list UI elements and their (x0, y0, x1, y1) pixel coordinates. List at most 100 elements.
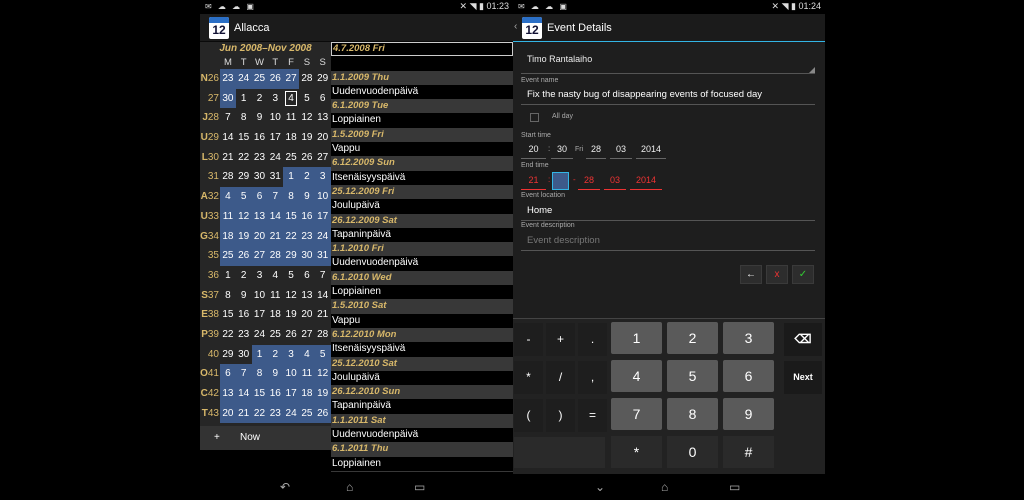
calendar-day[interactable]: 28 (267, 246, 284, 266)
calendar-day[interactable]: 27 (315, 148, 331, 168)
calendar-day[interactable]: 3 (267, 89, 283, 109)
event-title[interactable]: Joulupäivä (331, 199, 513, 214)
event-title[interactable]: Loppiainen (331, 285, 513, 300)
event-date-header[interactable]: 6.12.2009 Sun (331, 156, 513, 171)
event-title[interactable]: Tapaninpäivä (331, 227, 513, 243)
event-title[interactable]: Uudenvuodenpäivä (331, 256, 513, 271)
calendar-day[interactable]: 14 (220, 128, 236, 148)
calendar-day[interactable]: 24 (267, 148, 283, 168)
start-year-field[interactable]: 2014 (636, 141, 666, 159)
calendar-day[interactable]: 22 (220, 325, 236, 345)
calendar-day[interactable]: 8 (251, 364, 268, 384)
calendar-day[interactable]: 18 (298, 384, 315, 404)
start-minute-field[interactable]: 30 (551, 141, 573, 159)
calendar-day[interactable]: 17 (267, 128, 283, 148)
calendar-day[interactable]: 6 (220, 364, 236, 384)
symbol-key[interactable]: , (578, 361, 607, 394)
calendar-day[interactable]: 20 (220, 403, 236, 424)
event-date-header[interactable]: 4.7.2008 Fri (331, 42, 513, 57)
digit-key[interactable]: 7 (611, 398, 662, 430)
calendar-day[interactable]: 12 (235, 206, 252, 227)
calendar-day[interactable]: 11 (283, 108, 299, 128)
calendar-day[interactable]: 23 (252, 148, 268, 168)
location-field[interactable]: Home (521, 201, 815, 221)
symbol-key[interactable]: + (546, 323, 575, 356)
event-title[interactable]: Uudenvuodenpäivä (331, 428, 513, 443)
symbol-key[interactable]: * (514, 361, 543, 394)
end-hour-field[interactable]: 21 (521, 172, 546, 190)
calendar-day[interactable]: 17 (252, 305, 268, 325)
event-date-header[interactable]: 6.1.2009 Tue (331, 99, 513, 114)
calendar-day[interactable]: 9 (236, 286, 252, 306)
calendar-day[interactable]: 23 (267, 403, 284, 424)
calendar-day[interactable]: 2 (267, 344, 284, 365)
calendar-day[interactable]: 13 (220, 384, 236, 404)
calendar-day[interactable]: 17 (314, 206, 331, 227)
digit-key[interactable]: 2 (667, 322, 718, 354)
backspace-key[interactable]: ⌫ (784, 323, 822, 356)
app-calendar-icon[interactable]: 12 (522, 17, 542, 39)
calendar-day[interactable]: 12 (283, 286, 299, 306)
calendar-day[interactable]: 29 (220, 345, 236, 365)
calendar-day[interactable]: 15 (220, 305, 236, 325)
calendar-day[interactable]: 21 (220, 148, 236, 168)
event-date-header[interactable]: 1.1.2009 Thu (331, 70, 513, 85)
calendar-day[interactable]: 4 (220, 187, 236, 207)
calendar-day[interactable]: 27 (299, 325, 315, 345)
event-date-header[interactable]: 1.1.2011 Sat (331, 413, 513, 429)
calendar-day[interactable]: 12 (299, 108, 315, 128)
now-button[interactable]: Now (240, 432, 260, 443)
calendar-day[interactable]: 20 (315, 128, 331, 148)
start-month-field[interactable]: 03 (610, 141, 632, 159)
calendar-day[interactable]: 5 (235, 187, 252, 207)
digit-key[interactable]: 5 (667, 360, 718, 392)
event-date-header[interactable]: 1.1.2010 Fri (331, 242, 513, 257)
calendar-day[interactable]: 1 (283, 167, 299, 188)
end-day-field[interactable]: 28 (578, 172, 600, 190)
calendar-day[interactable]: 7 (220, 108, 236, 128)
symbol-key[interactable]: / (546, 361, 575, 394)
calendar-day[interactable]: 8 (283, 187, 299, 207)
calendar-day[interactable]: 26 (299, 148, 315, 168)
digit-key[interactable]: 1 (611, 322, 662, 354)
calendar-day[interactable]: 22 (283, 226, 299, 247)
calendar-day[interactable]: 9 (252, 108, 268, 128)
calendar-day[interactable]: 16 (252, 128, 268, 148)
calendar-day[interactable]: 1 (251, 344, 268, 365)
calendar-day[interactable]: 3 (252, 266, 268, 286)
calendar-day[interactable]: 11 (267, 286, 283, 306)
event-title[interactable]: Uudenvuodenpäivä (331, 84, 513, 100)
calendar-day[interactable]: 19 (283, 305, 299, 325)
calendar-day[interactable]: 23 (298, 226, 315, 247)
calendar-day[interactable]: 20 (299, 305, 315, 325)
digit-key[interactable]: 0 (667, 436, 718, 468)
event-title[interactable] (331, 56, 513, 71)
calendar-day[interactable]: 8 (220, 286, 236, 306)
calendar-day[interactable]: 13 (299, 286, 315, 306)
back-arrow-button[interactable]: ← (740, 265, 762, 284)
calendar-day[interactable]: 6 (251, 187, 268, 207)
symbol-key[interactable]: ) (546, 399, 575, 432)
calendar-day[interactable]: 14 (315, 286, 331, 306)
calendar-day[interactable]: 2 (236, 266, 252, 286)
recents-icon[interactable]: ▭ (729, 480, 740, 494)
event-date-header[interactable]: 6.1.2010 Wed (331, 270, 513, 286)
calendar-day[interactable]: 24 (252, 325, 268, 345)
digit-key[interactable]: 3 (723, 322, 774, 354)
calendar-day[interactable]: 23 (236, 325, 252, 345)
back-icon[interactable]: ↶ (280, 480, 290, 494)
event-title[interactable]: Vappu (331, 142, 513, 157)
calendar-day[interactable]: 30 (220, 88, 236, 109)
calendar-day[interactable]: 6 (315, 89, 331, 109)
calendar-day[interactable]: 29 (236, 167, 252, 187)
event-date-header[interactable]: 26.12.2009 Sat (331, 213, 513, 228)
calendar-day[interactable]: 11 (220, 206, 236, 227)
calendar-day[interactable]: 25 (251, 69, 268, 89)
event-title[interactable]: Loppiainen (331, 456, 513, 471)
event-title[interactable]: Tapaninpäivä (331, 399, 513, 414)
calendar-day[interactable]: 22 (251, 403, 268, 424)
calendar-day[interactable]: 24 (235, 69, 252, 89)
calendar-day[interactable]: 14 (267, 206, 284, 227)
calendar-day[interactable]: 16 (267, 384, 284, 404)
add-event-button[interactable]: + (214, 432, 220, 443)
